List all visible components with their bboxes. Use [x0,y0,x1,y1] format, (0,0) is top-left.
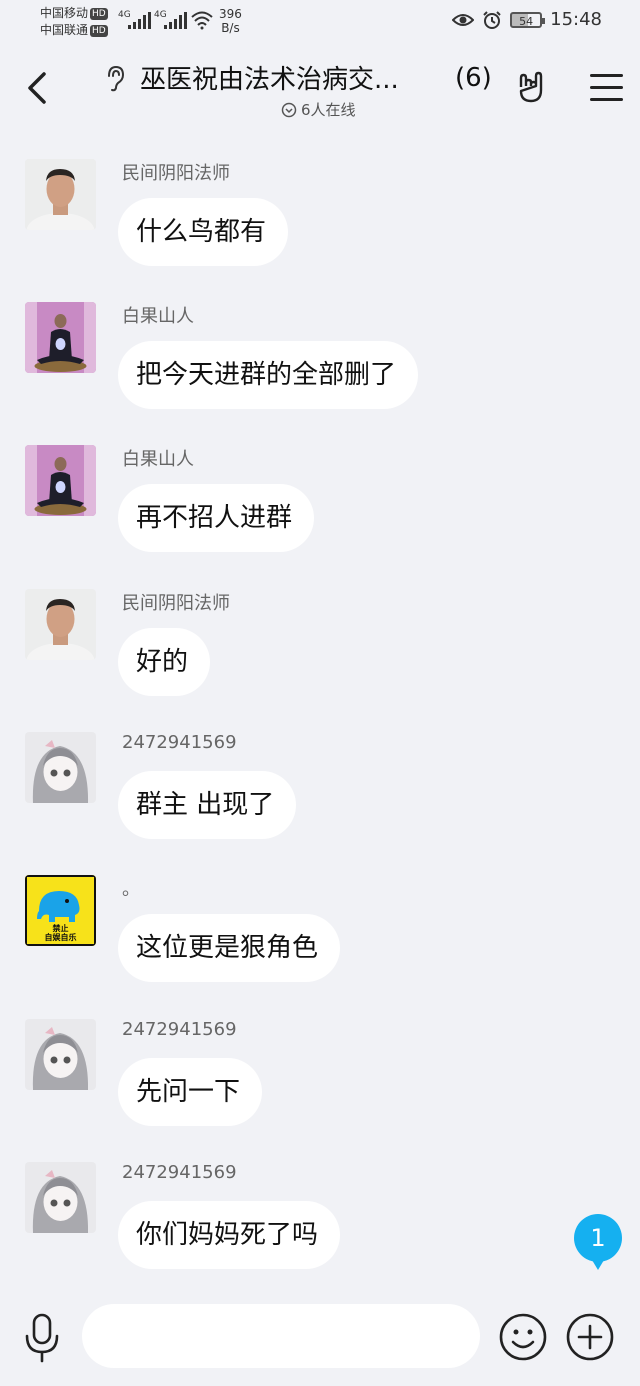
ear-icon [108,65,125,91]
sign-text-bottom: 自娱自乐 [44,933,77,942]
carrier-info: 中国移动 HD 中国联通 HD [40,5,108,39]
clock: 15:48 [550,9,602,30]
microphone-icon[interactable] [22,1312,62,1364]
emoji-icon[interactable] [498,1312,548,1362]
message-bubble[interactable]: 什么鸟都有 [118,198,289,266]
sender-name: 民间阴阳法师 [122,593,230,614]
sender-name: 民间阴阳法师 [122,163,230,184]
anime-girl-avatar-icon [25,732,96,803]
avatar[interactable] [25,732,96,803]
chat-header: 巫医祝由法术治病交... (6) 6人在线 [0,44,640,132]
status-bar: 中国移动 HD 中国联通 HD 4G 4G 396 B/s 54 15:48 [0,0,640,44]
meditation-avatar-icon [25,302,96,373]
avatar[interactable] [25,302,96,373]
net-speed: 396 B/s [219,7,242,35]
carrier-1: 中国移动 [40,6,89,20]
message-bubble[interactable]: 你们妈妈死了吗 [118,1201,341,1269]
avatar[interactable]: 禁止 自娱自乐 [25,875,96,946]
input-bar [0,1290,640,1386]
carrier-2: 中国联通 [40,23,89,37]
message-input[interactable] [82,1304,480,1368]
member-count: (6) [455,62,492,93]
avatar[interactable] [25,1162,96,1233]
sender-name: 白果山人 [122,449,194,470]
unread-badge[interactable]: 1 [574,1214,622,1270]
avatar[interactable] [25,159,96,230]
man-avatar-icon [25,589,96,660]
net-speed-unit: B/s [221,21,240,35]
message-bubble[interactable]: 这位更是狠角色 [118,914,341,982]
signal-bars-icon [164,12,187,29]
man-avatar-icon [25,159,96,230]
chat-title: 巫医祝由法术治病交... [140,65,399,95]
hd-badge: HD [90,25,108,37]
sender-name: 2472941569 [122,1019,237,1040]
message-bubble[interactable]: 先问一下 [118,1058,263,1126]
message-bubble[interactable]: 群主 出现了 [118,771,297,839]
sender-name: 。 [122,879,140,900]
signal-bars-icon [128,12,151,29]
avatar[interactable] [25,589,96,660]
sign-text-top: 禁止 [52,924,69,933]
menu-icon[interactable] [590,74,623,104]
sender-name: 2472941569 [122,732,237,753]
anime-girl-avatar-icon [25,1019,96,1090]
plus-icon[interactable] [565,1312,615,1362]
battery-icon: 54 [510,11,546,28]
avatar[interactable] [25,445,96,516]
message-bubble[interactable]: 好的 [118,628,211,696]
message-bubble[interactable]: 把今天进群的全部删了 [118,341,419,409]
anime-girl-avatar-icon [25,1162,96,1233]
net-speed-value: 396 [219,7,242,21]
hand-gesture-icon[interactable] [514,70,550,106]
avatar[interactable] [25,1019,96,1090]
chat-title-area[interactable]: 巫医祝由法术治病交... (6) [100,59,500,96]
sender-name: 2472941569 [122,1162,237,1183]
eye-icon [452,13,475,26]
message-bubble[interactable]: 再不招人进群 [118,484,315,552]
online-status[interactable]: 6人在线 [281,99,356,120]
alarm-icon [483,10,501,29]
chevron-down-icon [281,102,297,117]
back-arrow-icon[interactable] [18,64,58,112]
hd-badge: HD [90,8,108,20]
online-count: 6人在线 [301,101,356,119]
wifi-icon [191,11,213,30]
sender-name: 白果山人 [122,306,194,327]
meditation-avatar-icon [25,445,96,516]
